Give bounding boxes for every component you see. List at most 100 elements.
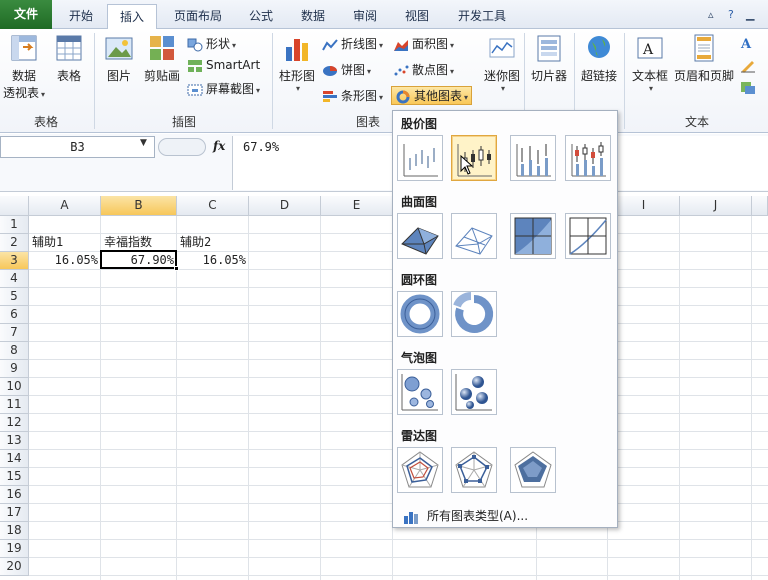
radar-thumb[interactable] <box>397 447 443 493</box>
chevron-down-icon[interactable]: ▼ <box>140 138 147 148</box>
hyperlink-label: 超链接 <box>580 69 617 83</box>
doughnut-thumb[interactable] <box>397 291 443 337</box>
signature-line-button[interactable] <box>740 58 759 73</box>
stock-chart-vhlc-thumb[interactable] <box>510 135 556 181</box>
row-header[interactable]: 16 <box>0 486 29 504</box>
row-header[interactable]: 10 <box>0 378 29 396</box>
bubble-thumb[interactable] <box>397 369 443 415</box>
surface-contour-thumb[interactable] <box>510 213 556 259</box>
column-header-a[interactable]: A <box>29 196 101 216</box>
tab-insert[interactable]: 插入 <box>107 4 157 30</box>
insert-function-icon[interactable]: fx <box>213 139 225 153</box>
scatter-chart-button[interactable]: 散点图 ▾ <box>393 61 454 78</box>
formula-bar-resize-handle[interactable] <box>158 138 206 156</box>
exploded-doughnut-thumb[interactable] <box>451 291 497 337</box>
stock-chart-vohlc-thumb[interactable] <box>565 135 611 181</box>
tab-developer[interactable]: 开发工具 <box>446 4 518 29</box>
window-minimize-icon[interactable]: ▁ <box>746 8 754 21</box>
row-header[interactable]: 11 <box>0 396 29 414</box>
stock-chart-ohlc-thumb[interactable] <box>451 135 497 181</box>
column-header-j[interactable]: J <box>680 196 752 216</box>
group-label-illustrations: 插图 <box>171 115 196 129</box>
scatter-chart-label: 散点图 <box>412 63 449 77</box>
column-header-i[interactable]: I <box>608 196 680 216</box>
clipart-button[interactable]: 剪贴画 <box>140 33 184 84</box>
row-header[interactable]: 8 <box>0 342 29 360</box>
bar-chart-button[interactable]: 条形图 ▾ <box>322 87 383 104</box>
row-header[interactable]: 18 <box>0 522 29 540</box>
ribbon-tab-bar: 文件 开始 插入 页面布局 公式 数据 审阅 视图 开发工具 ▵ ? ▁ <box>0 0 768 30</box>
filled-radar-thumb[interactable] <box>510 447 556 493</box>
cell-a3[interactable]: 16.05% <box>29 251 100 269</box>
tab-file[interactable]: 文件 <box>0 0 52 29</box>
surface-3d-thumb[interactable] <box>397 213 443 259</box>
header-footer-button[interactable]: 页眉和页脚 <box>672 33 736 84</box>
sparklines-button[interactable]: 迷你图 ▾ <box>482 33 522 93</box>
table-button[interactable]: 表格 <box>50 33 88 84</box>
pivot-table-label-2: 透视表 <box>2 86 39 100</box>
column-header-c[interactable]: C <box>177 196 249 216</box>
cell-c3[interactable]: 16.05% <box>177 251 248 269</box>
slicer-button[interactable]: 切片器 <box>528 33 570 84</box>
row-header[interactable]: 9 <box>0 360 29 378</box>
pivot-table-button[interactable]: 数据 透视表 ▾ <box>2 33 46 101</box>
other-charts-button[interactable]: 其他图表 ▾ <box>391 86 473 105</box>
row-header[interactable]: 7 <box>0 324 29 342</box>
tab-data[interactable]: 数据 <box>290 4 336 29</box>
hyperlink-button[interactable]: 超链接 <box>578 33 620 84</box>
stock-chart-hlc-thumb[interactable] <box>397 135 443 181</box>
row-header[interactable]: 1 <box>0 216 29 234</box>
row-header[interactable]: 2 <box>0 234 29 252</box>
radar-markers-thumb[interactable] <box>451 447 497 493</box>
surface-contour-wireframe-thumb[interactable] <box>565 213 611 259</box>
shapes-button[interactable]: 形状 ▾ <box>187 35 236 52</box>
header-footer-icon <box>689 33 719 63</box>
column-header-k[interactable] <box>752 196 768 216</box>
other-charts-label: 其他图表 <box>414 89 463 103</box>
section-title-surface: 曲面图 <box>401 195 438 209</box>
tab-view[interactable]: 视图 <box>394 4 440 29</box>
area-chart-button[interactable]: 面积图 ▾ <box>393 35 454 52</box>
row-header[interactable]: 13 <box>0 432 29 450</box>
tab-formulas[interactable]: 公式 <box>238 4 284 29</box>
minimize-ribbon-icon[interactable]: ▵ <box>708 8 714 21</box>
tab-review[interactable]: 审阅 <box>342 4 388 29</box>
name-box[interactable]: B3 <box>0 136 155 158</box>
row-header[interactable]: 5 <box>0 288 29 306</box>
picture-button[interactable]: 图片 <box>100 33 138 84</box>
surface-wireframe-thumb[interactable] <box>451 213 497 259</box>
bubble-3d-thumb[interactable] <box>451 369 497 415</box>
line-chart-button[interactable]: 折线图 ▾ <box>322 35 383 52</box>
screenshot-button[interactable]: 屏幕截图 ▾ <box>187 80 260 97</box>
row-header[interactable]: 3 <box>0 252 29 270</box>
tab-home[interactable]: 开始 <box>56 4 106 29</box>
column-header-b[interactable]: B <box>101 196 177 216</box>
pie-chart-button[interactable]: 饼图 ▾ <box>322 61 371 78</box>
row-header[interactable]: 12 <box>0 414 29 432</box>
row-header[interactable]: 15 <box>0 468 29 486</box>
help-icon[interactable]: ? <box>728 8 734 21</box>
row-header[interactable]: 4 <box>0 270 29 288</box>
surface-wireframe-icon <box>455 227 493 255</box>
textbox-button[interactable]: A 文本框 ▾ <box>628 33 672 93</box>
fill-handle[interactable] <box>174 266 179 271</box>
bubble-icon <box>401 374 438 411</box>
section-title-doughnut: 圆环图 <box>401 273 438 287</box>
row-header[interactable]: 19 <box>0 540 29 558</box>
wordart-button[interactable]: A <box>740 35 759 52</box>
column-chart-button[interactable]: 柱形图 ▾ <box>276 33 318 93</box>
column-header-e[interactable]: E <box>321 196 393 216</box>
tab-page-layout[interactable]: 页面布局 <box>162 4 234 29</box>
row-header[interactable]: 6 <box>0 306 29 324</box>
all-chart-types-link[interactable]: 所有图表类型(A)... <box>397 505 613 527</box>
cell-c2[interactable]: 辅助2 <box>178 233 213 251</box>
cell-a2[interactable]: 辅助1 <box>30 233 65 251</box>
object-button[interactable] <box>740 80 759 95</box>
row-header[interactable]: 14 <box>0 450 29 468</box>
row-header[interactable]: 20 <box>0 558 29 576</box>
smartart-button[interactable]: SmartArt <box>187 58 260 73</box>
cell-b2[interactable]: 幸福指数 <box>102 233 154 251</box>
select-all-corner[interactable] <box>0 196 29 216</box>
row-header[interactable]: 17 <box>0 504 29 522</box>
column-header-d[interactable]: D <box>249 196 321 216</box>
